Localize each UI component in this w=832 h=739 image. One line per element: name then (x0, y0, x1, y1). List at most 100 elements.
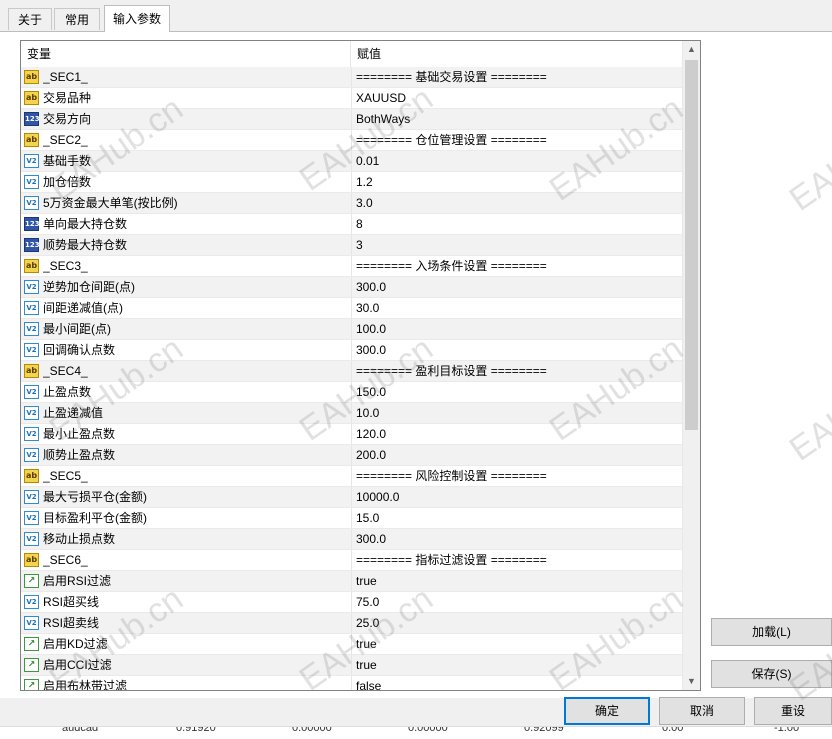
parameter-name: 最大亏损平仓(金额) (43, 490, 147, 504)
tab-common[interactable]: 常用 (54, 8, 100, 30)
parameter-name: 逆势加仓间距(点) (43, 280, 135, 294)
parameter-value[interactable]: 25.0 (356, 613, 681, 633)
parameter-value[interactable]: ======== 指标过滤设置 ======== (356, 550, 681, 570)
parameter-row[interactable]: 123 交易方向 BothWays (21, 109, 684, 130)
column-divider (351, 130, 352, 150)
parameter-value[interactable]: ======== 基础交易设置 ======== (356, 67, 681, 87)
parameter-row[interactable]: ab _SEC6_ ======== 指标过滤设置 ======== (21, 550, 684, 571)
parameter-value[interactable]: 150.0 (356, 382, 681, 402)
string-type-icon: ab (24, 553, 39, 567)
parameter-value[interactable]: 10.0 (356, 403, 681, 423)
parameter-value[interactable]: 3.0 (356, 193, 681, 213)
parameter-name: 启用KD过滤 (43, 637, 108, 651)
parameter-row[interactable]: V2 加仓倍数 1.2 (21, 172, 684, 193)
ok-button[interactable]: 确定 (564, 697, 650, 725)
parameter-value[interactable]: 3 (356, 235, 681, 255)
parameter-row[interactable]: ↗ 启用KD过滤 true (21, 634, 684, 655)
column-divider (351, 634, 352, 654)
parameter-value[interactable]: 10000.0 (356, 487, 681, 507)
parameter-row[interactable]: V2 目标盈利平仓(金额) 15.0 (21, 508, 684, 529)
parameter-value[interactable]: 0.01 (356, 151, 681, 171)
scroll-thumb[interactable] (685, 60, 698, 430)
parameter-row[interactable]: V2 止盈点数 150.0 (21, 382, 684, 403)
parameter-row[interactable]: V2 止盈递减值 10.0 (21, 403, 684, 424)
double-type-icon: V2 (24, 595, 39, 609)
parameter-value[interactable]: true (356, 571, 681, 591)
parameter-row[interactable]: 123 顺势最大持仓数 3 (21, 235, 684, 256)
parameter-value[interactable]: 200.0 (356, 445, 681, 465)
parameter-row[interactable]: V2 回调确认点数 300.0 (21, 340, 684, 361)
parameter-row[interactable]: ab _SEC5_ ======== 风险控制设置 ======== (21, 466, 684, 487)
parameter-value[interactable]: true (356, 655, 681, 675)
parameter-name: _SEC2_ (43, 133, 88, 147)
parameter-value[interactable]: BothWays (356, 109, 681, 129)
parameter-value[interactable]: true (356, 634, 681, 654)
parameter-value[interactable]: ======== 风险控制设置 ======== (356, 466, 681, 486)
parameter-row[interactable]: V2 移动止损点数 300.0 (21, 529, 684, 550)
tab-about[interactable]: 关于 (8, 8, 52, 30)
bool-type-icon: ↗ (24, 658, 39, 672)
parameter-value[interactable]: 8 (356, 214, 681, 234)
scroll-up-arrow-icon[interactable]: ▲ (683, 41, 700, 58)
parameter-row[interactable]: ↗ 启用CCI过滤 true (21, 655, 684, 676)
cancel-button[interactable]: 取消 (659, 697, 745, 725)
double-type-icon: V2 (24, 154, 39, 168)
parameter-name: 目标盈利平仓(金额) (43, 511, 147, 525)
load-button[interactable]: 加载(L) (711, 618, 832, 646)
parameter-row[interactable]: V2 5万资金最大单笔(按比例) 3.0 (21, 193, 684, 214)
parameter-row[interactable]: V2 最小止盈点数 120.0 (21, 424, 684, 445)
parameter-value[interactable]: ======== 入场条件设置 ======== (356, 256, 681, 276)
parameter-value[interactable]: 30.0 (356, 298, 681, 318)
parameter-value[interactable]: 75.0 (356, 592, 681, 612)
scroll-down-arrow-icon[interactable]: ▼ (683, 673, 700, 690)
parameter-value[interactable]: 300.0 (356, 529, 681, 549)
parameter-row[interactable]: ↗ 启用RSI过滤 true (21, 571, 684, 592)
double-type-icon: V2 (24, 427, 39, 441)
parameter-row[interactable]: V2 间距递减值(点) 30.0 (21, 298, 684, 319)
parameter-value[interactable]: 120.0 (356, 424, 681, 444)
parameter-value[interactable]: false (356, 676, 681, 690)
column-header-variable[interactable]: 变量 (21, 41, 351, 67)
parameter-name: RSI超卖线 (43, 616, 100, 630)
parameter-row[interactable]: V2 RSI超卖线 25.0 (21, 613, 684, 634)
parameter-row[interactable]: V2 RSI超买线 75.0 (21, 592, 684, 613)
tab-inputs[interactable]: 输入参数 (104, 5, 170, 32)
parameters-grid: 变量 赋值 ab _SEC1_ ======== 基础交易设置 ======== ab… (20, 40, 701, 691)
parameter-value[interactable]: 100.0 (356, 319, 681, 339)
parameter-value[interactable]: ======== 仓位管理设置 ======== (356, 130, 681, 150)
reset-button[interactable]: 重设 (754, 697, 832, 725)
parameter-row[interactable]: 123 单向最大持仓数 8 (21, 214, 684, 235)
parameter-value[interactable]: 15.0 (356, 508, 681, 528)
parameter-value[interactable]: XAUUSD (356, 88, 681, 108)
parameter-row[interactable]: ab _SEC1_ ======== 基础交易设置 ======== (21, 67, 684, 88)
parameter-value[interactable]: ======== 盈利目标设置 ======== (356, 361, 681, 381)
parameter-row[interactable]: V2 最大亏损平仓(金额) 10000.0 (21, 487, 684, 508)
parameter-row[interactable]: ab _SEC2_ ======== 仓位管理设置 ======== (21, 130, 684, 151)
double-type-icon: V2 (24, 322, 39, 336)
parameter-name: _SEC3_ (43, 259, 88, 273)
parameter-row[interactable]: V2 顺势止盈点数 200.0 (21, 445, 684, 466)
column-divider (351, 487, 352, 507)
double-type-icon: V2 (24, 406, 39, 420)
parameter-row[interactable]: ab _SEC3_ ======== 入场条件设置 ======== (21, 256, 684, 277)
parameter-name: 基础手数 (43, 154, 92, 168)
string-type-icon: ab (24, 133, 39, 147)
parameter-row[interactable]: V2 最小间距(点) 100.0 (21, 319, 684, 340)
column-divider (351, 151, 352, 171)
column-divider (351, 277, 352, 297)
parameter-value[interactable]: 300.0 (356, 340, 681, 360)
parameter-row[interactable]: V2 基础手数 0.01 (21, 151, 684, 172)
save-button[interactable]: 保存(S) (711, 660, 832, 688)
double-type-icon: V2 (24, 301, 39, 315)
parameter-row[interactable]: ab _SEC4_ ======== 盈利目标设置 ======== (21, 361, 684, 382)
parameter-value[interactable]: 1.2 (356, 172, 681, 192)
vertical-scrollbar[interactable]: ▲ ▼ (682, 41, 700, 690)
double-type-icon: V2 (24, 385, 39, 399)
parameter-name: _SEC1_ (43, 70, 88, 84)
parameter-row[interactable]: ↗ 启用布林带过滤 false (21, 676, 684, 690)
parameter-row[interactable]: ab 交易品种 XAUUSD (21, 88, 684, 109)
parameter-row[interactable]: V2 逆势加仓间距(点) 300.0 (21, 277, 684, 298)
double-type-icon: V2 (24, 175, 39, 189)
parameter-value[interactable]: 300.0 (356, 277, 681, 297)
column-header-value[interactable]: 赋值 (351, 41, 684, 67)
